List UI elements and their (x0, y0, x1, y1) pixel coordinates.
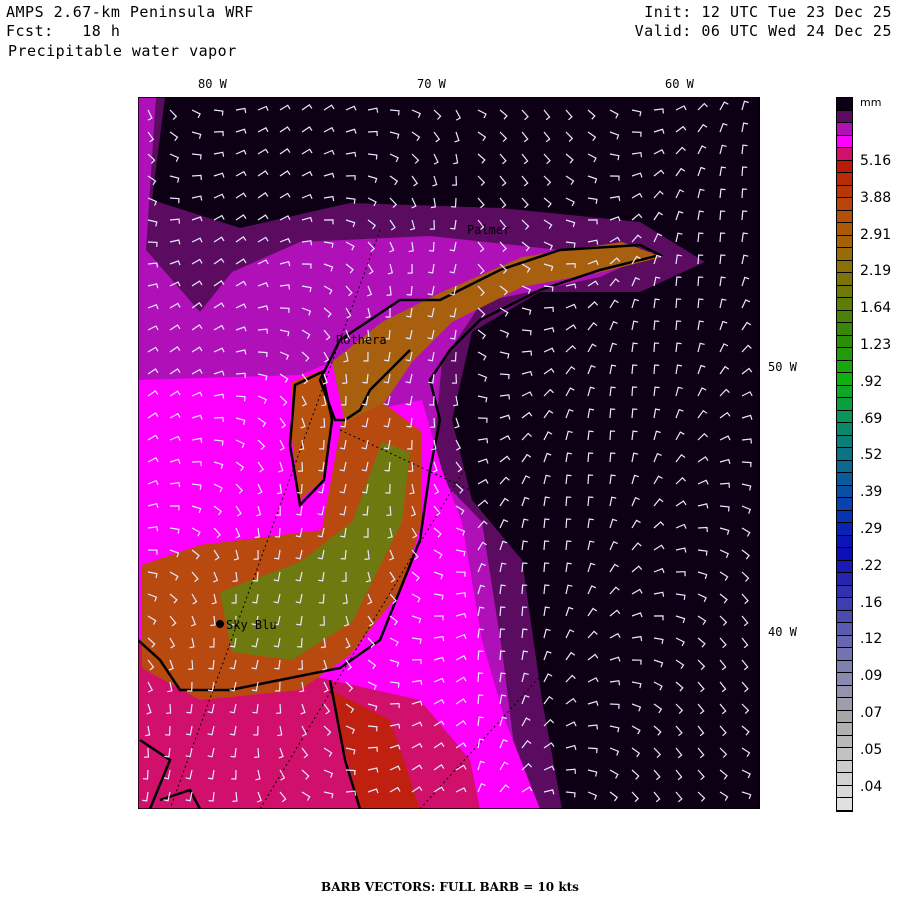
lon-label-60w: 60 W (665, 77, 694, 91)
precipitable-water-map: Sky Blu Rothera Palmer (138, 97, 760, 809)
colorbar-cell (837, 460, 852, 473)
colorbar-cell (837, 573, 852, 586)
lon-label-70w: 70 W (417, 77, 446, 91)
colorbar-cell (837, 160, 852, 173)
colorbar-cell (837, 110, 852, 123)
colorbar-cell (837, 198, 852, 211)
colorbar-cell (837, 135, 852, 148)
init-time: Init: 12 UTC Tue 23 Dec 25 (644, 3, 892, 21)
colorbar-cell (837, 798, 852, 811)
colorbar-cell (837, 648, 852, 661)
colorbar-cell (837, 673, 852, 686)
colorbar-cell (837, 660, 852, 673)
colorbar-cell (837, 498, 852, 511)
station-sky-blu: Sky Blu (226, 618, 277, 632)
colorbar-label: .39 (860, 484, 883, 501)
colorbar-cell (837, 410, 852, 423)
colorbar-cell (837, 285, 852, 298)
colorbar-label: .05 (860, 741, 883, 758)
colorbar-cell (837, 773, 852, 786)
colorbar-cell (837, 173, 852, 186)
colorbar-cell (837, 123, 852, 136)
station-palmer: Palmer (467, 223, 510, 237)
colorbar-label: 1.64 (860, 300, 892, 317)
colorbar-label: .12 (860, 631, 883, 648)
sky-blu-station-marker (216, 620, 224, 628)
colorbar-cell (837, 185, 852, 198)
colorbar-cell (837, 260, 852, 273)
colorbar-cell (837, 748, 852, 761)
colorbar-cell (837, 210, 852, 223)
colorbar-cell (837, 98, 852, 111)
colorbar-label: .92 (860, 373, 883, 390)
colorbar-cell (837, 523, 852, 536)
colorbar-label: .69 (860, 410, 883, 427)
colorbar-label: .52 (860, 447, 883, 464)
colorbar-cell (837, 273, 852, 286)
barb-legend: BARB VECTORS: FULL BARB = 10 kts (321, 880, 579, 894)
colorbar-cell (837, 473, 852, 486)
colorbar-label: .22 (860, 557, 883, 574)
colorbar-cell (837, 610, 852, 623)
colorbar-cell (837, 548, 852, 561)
colorbar-cell (837, 335, 852, 348)
colorbar (836, 97, 853, 812)
colorbar-unit: mm (860, 96, 882, 109)
colorbar-cell (837, 235, 852, 248)
colorbar-label: 2.91 (860, 226, 892, 243)
model-title: AMPS 2.67-km Peninsula WRF (6, 3, 254, 21)
colorbar-label: .09 (860, 668, 883, 685)
colorbar-label: 2.19 (860, 263, 892, 280)
lon-label-80w: 80 W (198, 77, 227, 91)
colorbar-cell (837, 373, 852, 386)
colorbar-label: .04 (860, 778, 883, 795)
colorbar-cell (837, 585, 852, 598)
colorbar-cell (837, 298, 852, 311)
colorbar-cell (837, 223, 852, 236)
colorbar-cell (837, 510, 852, 523)
colorbar-label: .16 (860, 594, 883, 611)
colorbar-cell (837, 598, 852, 611)
colorbar-cell (837, 348, 852, 361)
colorbar-cell (837, 310, 852, 323)
colorbar-cell (837, 710, 852, 723)
colorbar-cell (837, 635, 852, 648)
colorbar-cell (837, 685, 852, 698)
colorbar-cell (837, 535, 852, 548)
colorbar-cell (837, 485, 852, 498)
colorbar-cell (837, 323, 852, 336)
colorbar-cell (837, 785, 852, 798)
colorbar-cell (837, 448, 852, 461)
colorbar-cell (837, 435, 852, 448)
colorbar-label: 1.23 (860, 337, 892, 353)
colorbar-label: .29 (860, 521, 883, 537)
valid-time: Valid: 06 UTC Wed 24 Dec 25 (634, 22, 892, 40)
colorbar-cell (837, 560, 852, 573)
colorbar-cell (837, 723, 852, 736)
forecast-hour: Fcst: 18 h (6, 22, 121, 40)
colorbar-cell (837, 698, 852, 711)
colorbar-cell (837, 398, 852, 411)
colorbar-cell (837, 735, 852, 748)
colorbar-cell (837, 623, 852, 636)
lon-label-40w: 40 W (768, 625, 797, 639)
colorbar-label: 3.88 (860, 189, 892, 206)
colorbar-cell (837, 248, 852, 261)
lon-label-50w: 50 W (768, 360, 797, 374)
colorbar-cell (837, 423, 852, 436)
colorbar-label: 5.16 (860, 153, 892, 169)
colorbar-cell (837, 148, 852, 161)
colorbar-cell (837, 760, 852, 773)
colorbar-cell (837, 360, 852, 373)
colorbar-label: .07 (860, 705, 883, 721)
colorbar-cell (837, 385, 852, 398)
field-name: Precipitable water vapor (8, 42, 237, 60)
station-rothera: Rothera (336, 333, 387, 347)
